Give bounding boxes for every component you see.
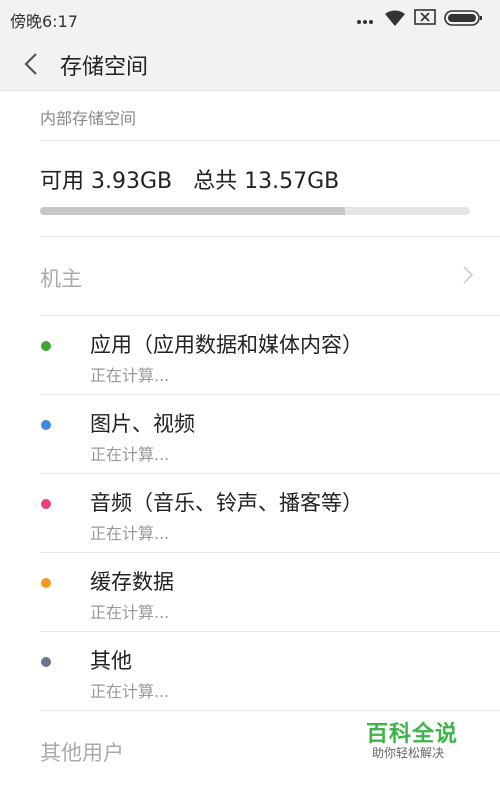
signal-dots-icon — [357, 20, 373, 24]
divider — [40, 710, 500, 711]
category-status: 正在计算... — [90, 682, 170, 701]
category-dot — [41, 420, 51, 430]
category-dot — [41, 657, 51, 667]
category-status: 正在计算... — [90, 524, 170, 543]
storage-capacity: 可用 3.93GB 总共 13.57GB — [40, 163, 339, 195]
category-title: 其他 — [90, 649, 132, 673]
sim-error-icon — [414, 9, 436, 25]
page-title: 存储空间 — [60, 55, 149, 80]
category-row-images-videos[interactable]: 图片、视频 正在计算... — [0, 395, 500, 474]
category-title: 应用（应用数据和媒体内容） — [90, 333, 363, 357]
status-time: 傍晚6:17 — [10, 12, 78, 31]
category-row-cache[interactable]: 缓存数据 正在计算... — [0, 553, 500, 632]
category-row-audio[interactable]: 音频（音乐、铃声、播客等） 正在计算... — [0, 474, 500, 553]
total-storage: 总共 13.57GB — [193, 169, 340, 194]
category-status: 正在计算... — [90, 366, 170, 385]
storage-progress-fill — [40, 207, 346, 215]
category-title: 音频（音乐、铃声、播客等） — [90, 491, 363, 515]
available-storage: 可用 3.93GB — [40, 169, 173, 194]
storage-progress-bar — [40, 207, 470, 215]
owner-label: 机主 — [40, 267, 82, 291]
divider — [40, 140, 500, 141]
back-button[interactable] — [18, 50, 46, 78]
section-label: 内部存储空间 — [40, 109, 137, 128]
category-status: 正在计算... — [90, 445, 170, 464]
category-dot — [41, 341, 51, 351]
category-status: 正在计算... — [90, 603, 170, 622]
category-row-other[interactable]: 其他 正在计算... — [0, 632, 500, 711]
battery-icon — [444, 10, 482, 26]
category-dot — [41, 499, 51, 509]
category-title: 图片、视频 — [90, 412, 195, 436]
app-header: 存储空间 — [0, 36, 500, 91]
watermark-logo: 百科全说 助你轻松解决 — [350, 712, 470, 772]
category-row-apps[interactable]: 应用（应用数据和媒体内容） 正在计算... — [0, 316, 500, 395]
wifi-icon — [385, 10, 405, 26]
chevron-right-icon — [463, 266, 474, 284]
owner-user-row[interactable]: 机主 — [0, 237, 500, 315]
category-dot — [41, 578, 51, 588]
watermark-subtitle: 助你轻松解决 — [372, 746, 445, 760]
status-bar: 傍晚6:17 — [0, 0, 500, 36]
other-users-label: 其他用户 — [40, 741, 124, 765]
category-title: 缓存数据 — [90, 570, 174, 594]
